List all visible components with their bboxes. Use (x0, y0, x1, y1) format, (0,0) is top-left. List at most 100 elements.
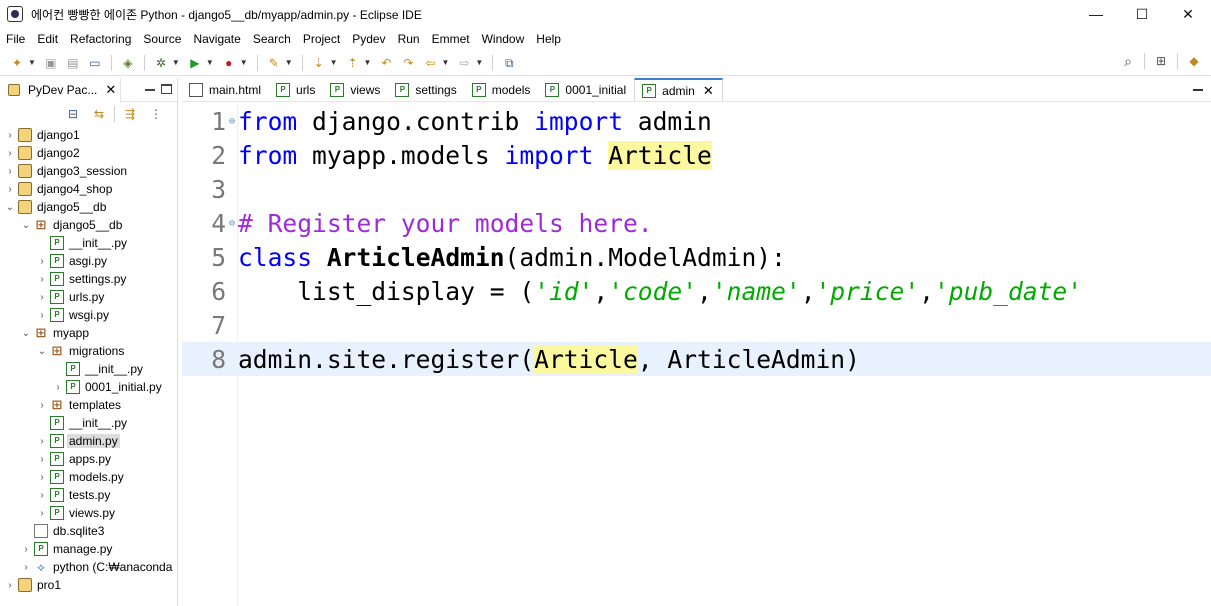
menu-help[interactable]: Help (530, 29, 567, 49)
tree-item[interactable]: db.sqlite3 (20, 522, 106, 540)
chevron-right-icon[interactable]: › (52, 378, 64, 396)
chevron-right-icon[interactable]: › (4, 162, 16, 180)
menu-emmet[interactable]: Emmet (426, 29, 476, 49)
tree-item[interactable]: › Pmodels.py (36, 468, 126, 486)
pydev-perspective-icon[interactable]: ◆ (1186, 53, 1202, 69)
chevron-right-icon[interactable]: › (36, 270, 48, 288)
minimize-button[interactable]: — (1073, 0, 1119, 28)
debug-dropdown-icon[interactable]: ▼ (172, 58, 180, 67)
next-annotation-dropdown-icon[interactable]: ▼ (330, 58, 338, 67)
open-perspective-button-icon[interactable]: ⊞ (1153, 53, 1169, 69)
tree-item[interactable]: › django4_shop (4, 180, 114, 198)
previous-annotation-icon[interactable]: ⇡ (345, 55, 361, 71)
chevron-right-icon[interactable]: › (36, 306, 48, 324)
search-icon[interactable]: ⌕ (1120, 53, 1136, 69)
tree-item[interactable]: ⌄ ⊞ myapp (20, 324, 91, 342)
editor-tab-views[interactable]: Pviews (323, 78, 388, 101)
run-icon[interactable]: ▶ (187, 55, 203, 71)
tree-item[interactable]: ⌄ ⊞ django5__db (20, 216, 124, 234)
minimize-editor-icon[interactable] (1193, 89, 1203, 91)
tree-item[interactable]: › Papps.py (36, 450, 113, 468)
forward-icon[interactable]: ⇨ (456, 55, 472, 71)
chevron-right-icon[interactable]: › (4, 144, 16, 162)
menu-refactoring[interactable]: Refactoring (64, 29, 137, 49)
fold-toggle-icon[interactable]: ⊖ (226, 218, 238, 229)
chevron-right-icon[interactable]: › (20, 558, 32, 576)
chevron-right-icon[interactable]: › (20, 540, 32, 558)
menu-pydev[interactable]: Pydev (346, 29, 391, 49)
chevron-right-icon[interactable]: › (4, 180, 16, 198)
chevron-right-icon[interactable]: › (36, 468, 48, 486)
menu-search[interactable]: Search (247, 29, 297, 49)
open-type-icon[interactable]: ⧉ (501, 55, 517, 71)
editor-tab-models[interactable]: Pmodels (465, 78, 539, 101)
editor-tab-admin[interactable]: Padmin ✕ (634, 78, 723, 101)
code-line[interactable]: 8 admin.site.register(Article, ArticleAdm… (182, 342, 1211, 376)
menu-window[interactable]: Window (476, 29, 531, 49)
tree-item[interactable]: ⌄ ⊞ migrations (36, 342, 126, 360)
menu-navigate[interactable]: Navigate (187, 29, 246, 49)
tree-item[interactable]: ⌄ django5__db (4, 198, 108, 216)
code-line[interactable]: 1 ⊖ from django.contrib import admin (182, 104, 1211, 138)
forward-edit-icon[interactable]: ↷ (400, 55, 416, 71)
chevron-right-icon[interactable]: › (4, 576, 16, 594)
external-tools-icon[interactable]: ● (221, 55, 237, 71)
chevron-right-icon[interactable]: › (36, 486, 48, 504)
close-icon[interactable]: ✕ (703, 83, 714, 99)
previous-annotation-dropdown-icon[interactable]: ▼ (364, 58, 372, 67)
tree-item[interactable]: › Purls.py (36, 288, 106, 306)
code-line[interactable]: 7 (182, 308, 1211, 342)
chevron-right-icon[interactable]: › (36, 450, 48, 468)
tree-item[interactable]: P __init__.py (36, 234, 129, 252)
code-line[interactable]: 4 ⊖ # Register your models here. (182, 206, 1211, 240)
maximize-view-icon[interactable] (161, 84, 172, 94)
editor-tab-0001-initial[interactable]: P 0001_initial (538, 78, 634, 101)
tree-item[interactable]: › django3_session (4, 162, 129, 180)
chevron-down-icon[interactable]: ⌄ (20, 216, 32, 234)
next-annotation-icon[interactable]: ⇣ (311, 55, 327, 71)
close-button[interactable]: ✕ (1165, 0, 1211, 28)
view-menu-icon[interactable]: ⋮ (148, 106, 164, 122)
editor-tab-urls[interactable]: Purls (269, 78, 323, 101)
pin-icon[interactable]: ✎ (266, 55, 282, 71)
print-icon[interactable]: ▭ (87, 55, 103, 71)
fold-toggle-icon[interactable]: ⊖ (226, 116, 238, 127)
tree-item[interactable]: › Psettings.py (36, 270, 128, 288)
chevron-down-icon[interactable]: ⌄ (20, 324, 32, 342)
close-icon[interactable]: ✕ (105, 82, 116, 98)
collapse-all-icon[interactable]: ⊟ (65, 106, 81, 122)
code-line[interactable]: 3 (182, 172, 1211, 206)
chevron-right-icon[interactable]: › (36, 252, 48, 270)
menu-file[interactable]: File (0, 29, 31, 49)
run-dropdown-icon[interactable]: ▼ (206, 58, 214, 67)
maximize-button[interactable]: ☐ (1119, 0, 1165, 28)
external-tools-dropdown-icon[interactable]: ▼ (240, 58, 248, 67)
back-dropdown-icon[interactable]: ▼ (441, 58, 449, 67)
pin-dropdown-icon[interactable]: ▼ (285, 58, 293, 67)
link-with-editor-icon[interactable]: ⇆ (91, 106, 107, 122)
back-icon[interactable]: ⇦ (422, 55, 438, 71)
debug-icon[interactable]: ✲ (153, 55, 169, 71)
tree-item[interactable]: › django1 (4, 126, 82, 144)
tree-item[interactable]: › Pmanage.py (20, 540, 114, 558)
menu-project[interactable]: Project (297, 29, 346, 49)
tree-item[interactable]: › pro1 (4, 576, 63, 594)
open-perspective-icon[interactable]: ◈ (120, 55, 136, 71)
editor-tab-main-html[interactable]: main.html (182, 78, 269, 101)
chevron-right-icon[interactable]: › (4, 126, 16, 144)
tree-item[interactable]: › Pasgi.py (36, 252, 109, 270)
code-line[interactable]: 6 list_display = ('id','code','name','pr… (182, 274, 1211, 308)
code-editor[interactable]: 1 ⊖ from django.contrib import admin 2 from … (182, 103, 1211, 606)
tree-item[interactable]: › ⟡ python (C:₩anaconda (20, 558, 174, 576)
chevron-right-icon[interactable]: › (36, 504, 48, 522)
chevron-right-icon[interactable]: › (36, 396, 48, 414)
tree-item[interactable]: P __init__.py (36, 414, 129, 432)
forward-dropdown-icon[interactable]: ▼ (475, 58, 483, 67)
minimize-view-icon[interactable] (145, 89, 155, 91)
code-line[interactable]: 2 from myapp.models import Article (182, 138, 1211, 172)
chevron-right-icon[interactable]: › (36, 432, 48, 450)
tree-item[interactable]: › Pviews.py (36, 504, 117, 522)
menu-run[interactable]: Run (392, 29, 426, 49)
filters-icon[interactable]: ⇶ (122, 106, 138, 122)
tree-item[interactable]: › Padmin.py (36, 432, 120, 450)
